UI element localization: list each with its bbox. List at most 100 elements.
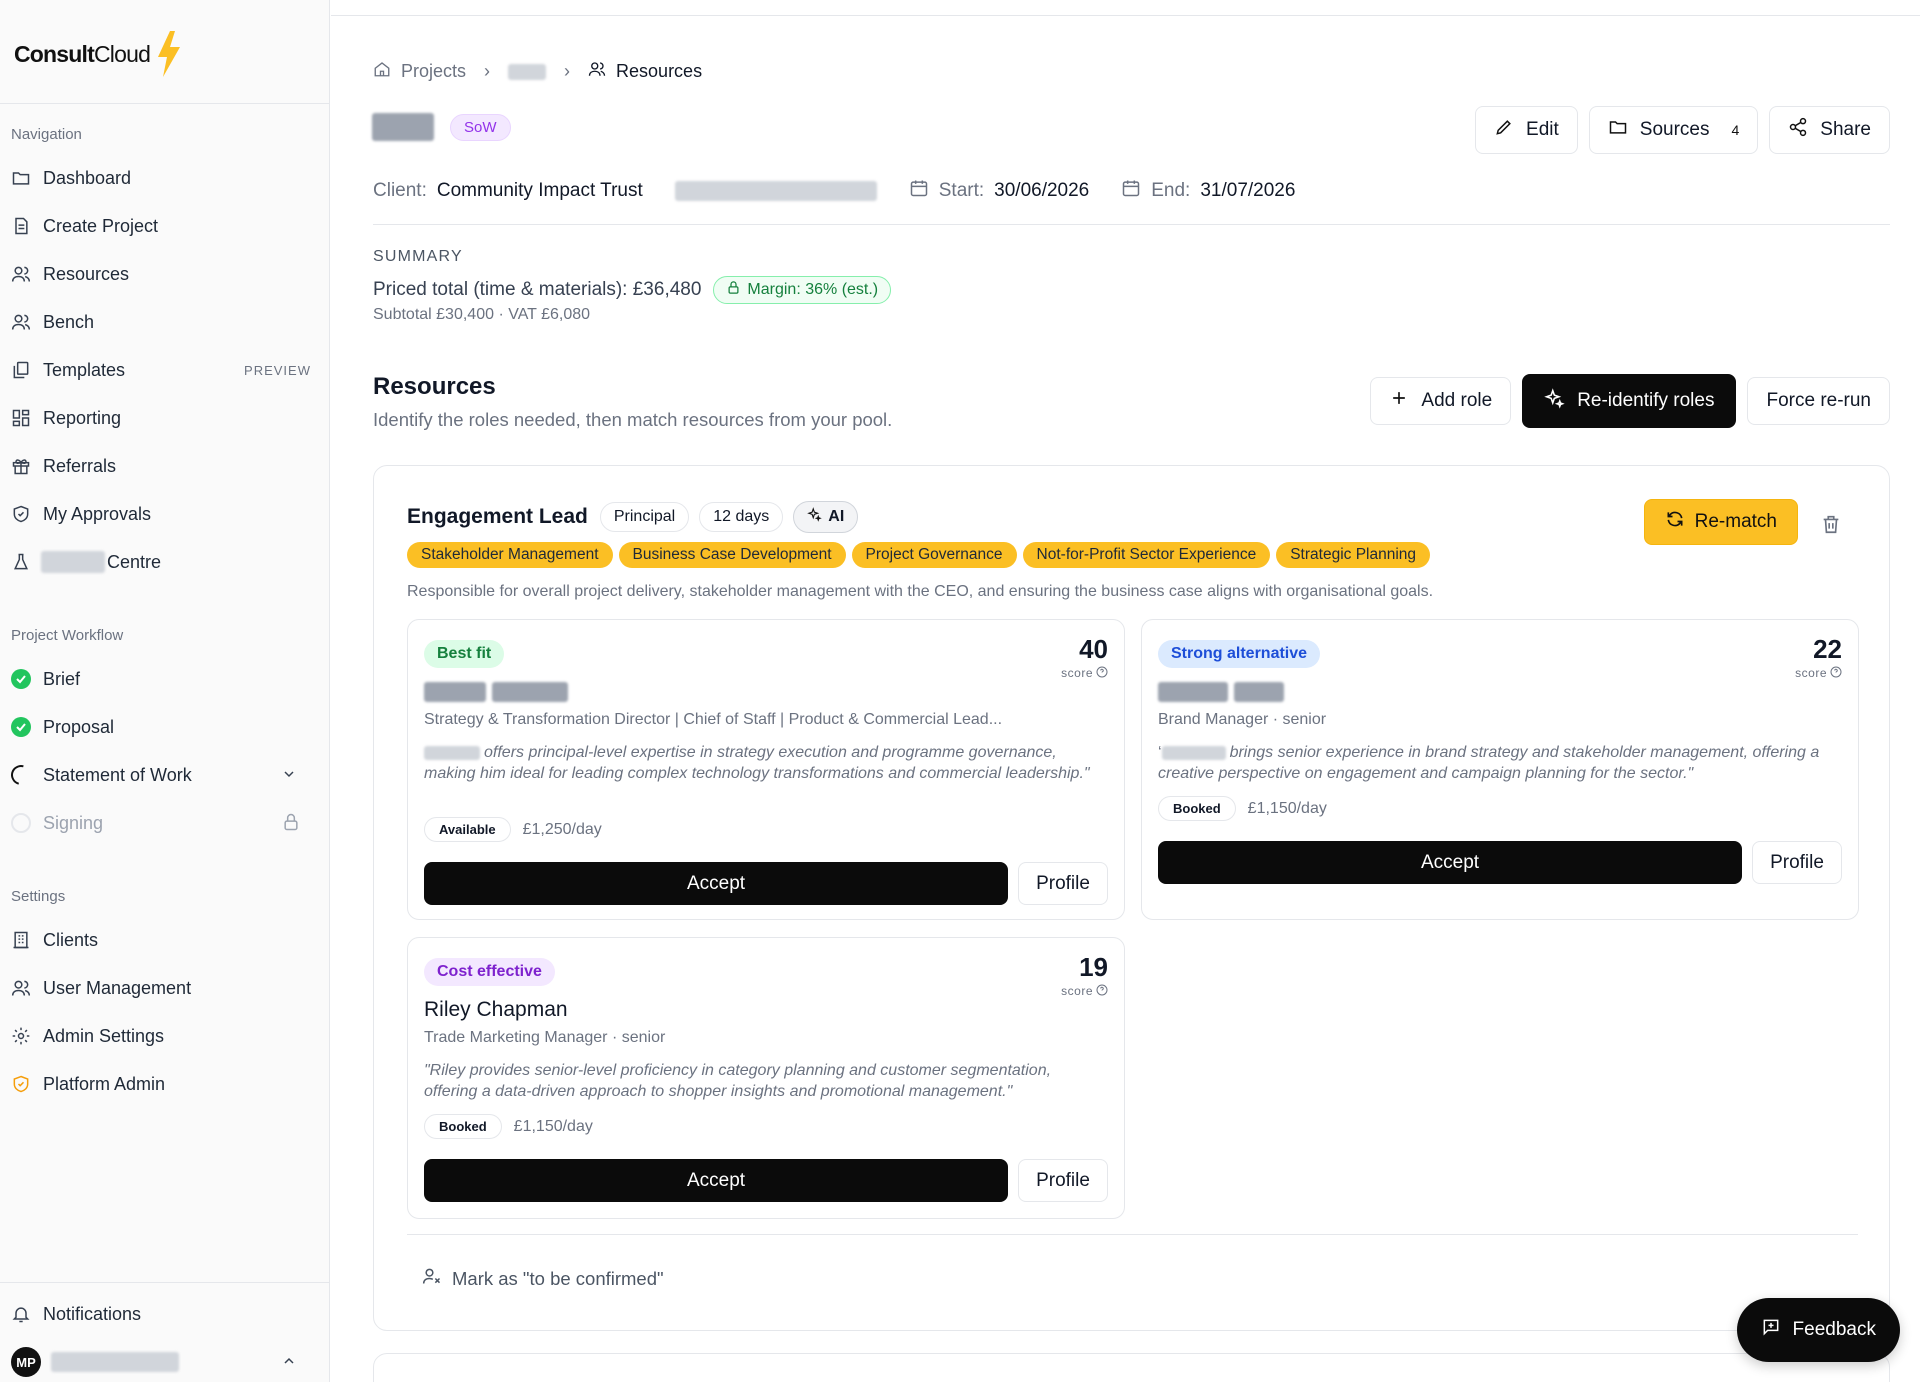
accept-button[interactable]: Accept [424, 1159, 1008, 1202]
start-date: 30/06/2026 [994, 180, 1090, 201]
sidebar-item-my-approvals[interactable]: My Approvals [11, 494, 311, 534]
user-menu[interactable]: MP [11, 1342, 311, 1382]
sidebar-item-platform-admin[interactable]: Platform Admin [11, 1064, 311, 1104]
margin-text: Margin: 36% (est.) [747, 281, 879, 298]
user-x-icon [422, 1266, 442, 1291]
rematch-button[interactable]: Re-match [1643, 499, 1798, 545]
profile-button[interactable]: Profile [1018, 862, 1108, 905]
refresh-icon [1665, 509, 1685, 535]
divider [373, 224, 1890, 225]
score-value: 40 [1079, 634, 1108, 664]
shield-icon [11, 504, 31, 524]
sources-label: Sources [1639, 119, 1710, 140]
summary-subtotal: Subtotal £30,400 · VAT £6,080 [373, 306, 591, 323]
reidentify-roles-button[interactable]: Re-identify roles [1522, 374, 1737, 428]
sidebar-item-label: Admin Settings [43, 1025, 165, 1046]
summary-total-row: Priced total (time & materials): £36,480… [373, 276, 892, 304]
sidebar-item-label: Bench [43, 311, 95, 332]
mark-tbc-button[interactable]: Mark as "to be confirmed" [422, 1266, 664, 1291]
users-icon [11, 978, 31, 998]
sidebar-item-create-project[interactable]: Create Project [11, 206, 311, 246]
chevron-down-icon[interactable] [281, 766, 297, 785]
divider [407, 1234, 1858, 1235]
share-icon [1788, 117, 1808, 143]
candidate-role: Trade Marketing Manager · senior [424, 1029, 666, 1046]
ai-label: AI [828, 508, 845, 525]
end-date: 31/07/2026 [1200, 180, 1296, 201]
redacted-project-link[interactable] [508, 63, 547, 80]
sidebar-item-notifications[interactable]: Notifications [11, 1294, 311, 1334]
availability-badge: Booked [424, 1114, 502, 1139]
score-label: score [1795, 666, 1827, 680]
users-icon [11, 312, 31, 332]
role-header: Engagement Lead Principal 12 days AI [407, 501, 859, 533]
lock-icon [726, 280, 741, 300]
sparkles-icon [1544, 387, 1565, 415]
sidebar-item-reporting[interactable]: Reporting [11, 398, 311, 438]
sidebar-item-admin-settings[interactable]: Admin Settings [11, 1016, 311, 1056]
share-button[interactable]: Share [1769, 106, 1890, 154]
redacted-last-name [492, 682, 568, 702]
pencil-icon [1494, 117, 1514, 143]
help-circle-icon[interactable] [1830, 666, 1842, 681]
match-score: 40 score [1061, 634, 1108, 682]
sidebar-item-label: Create Project [43, 215, 159, 236]
divider [331, 15, 1920, 16]
feedback-button[interactable]: Feedback [1736, 1298, 1900, 1362]
force-rerun-label: Force re-run [1766, 390, 1871, 411]
sidebar-item-label: Notifications [43, 1303, 142, 1324]
sources-button[interactable]: Sources 4 [1588, 106, 1759, 154]
chevron-right-icon: › [564, 61, 571, 81]
force-rerun-button[interactable]: Force re-run [1747, 377, 1890, 425]
gift-icon [11, 456, 31, 476]
sidebar-item-clients[interactable]: Clients [11, 920, 311, 960]
workflow-section-title: Project Workflow [11, 627, 124, 644]
workflow-item-signing: Signing [11, 803, 311, 843]
accept-button[interactable]: Accept [424, 862, 1008, 905]
add-role-button[interactable]: Add role [1370, 377, 1512, 425]
help-circle-icon[interactable] [1096, 984, 1108, 999]
workflow-item-proposal[interactable]: Proposal [11, 707, 311, 747]
skill-tag: Not-for-Profit Sector Experience [1022, 542, 1271, 568]
consultcloud-logo[interactable]: ConsultCloud [14, 28, 182, 80]
settings-section-title: Settings [11, 888, 66, 905]
role-days-chip: 12 days [699, 502, 784, 532]
match-score: 19 score [1061, 952, 1108, 1000]
match-tag: Strong alternative [1158, 640, 1321, 668]
sidebar-item-label: Centre [107, 551, 162, 572]
profile-button[interactable]: Profile [1018, 1159, 1108, 1202]
workflow-item-label: Brief [43, 668, 81, 689]
check-circle-icon [11, 669, 31, 689]
sidebar-item-bench[interactable]: Bench [11, 302, 311, 342]
help-circle-icon[interactable] [1096, 666, 1108, 681]
summary-label: SUMMARY [373, 248, 463, 265]
breadcrumb-projects-link[interactable]: Projects [401, 61, 466, 82]
candidate-role: Strategy & Transformation Director | Chi… [424, 711, 1003, 728]
profile-button[interactable]: Profile [1752, 841, 1842, 884]
workflow-item-brief[interactable]: Brief [11, 659, 311, 699]
redacted-last-name [1234, 682, 1284, 702]
role-description: Responsible for overall project delivery… [407, 583, 1434, 600]
candidate-quote: offers principal-level expertise in stra… [424, 742, 1104, 784]
sidebar-item-templates[interactable]: Templates PREVIEW [11, 350, 311, 390]
plus-icon [1389, 388, 1409, 414]
trash-icon[interactable] [1820, 513, 1842, 535]
sidebar-item-user-management[interactable]: User Management [11, 968, 311, 1008]
divider [0, 103, 329, 104]
chevron-up-icon[interactable] [281, 1353, 297, 1372]
skill-tag: Project Governance [851, 542, 1017, 568]
sidebar-item-resources[interactable]: Resources [11, 254, 311, 294]
sidebar-item-label: My Approvals [43, 503, 152, 524]
availability-badge: Booked [1158, 796, 1236, 821]
candidate-card: Best fit 40 score Strategy & Transformat… [407, 619, 1125, 920]
preview-badge: PREVIEW [244, 362, 311, 378]
candidate-name [1158, 682, 1284, 702]
role-card: Engagement Lead Principal 12 days AI Re-… [373, 465, 1890, 1331]
accept-button[interactable]: Accept [1158, 841, 1742, 884]
edit-button[interactable]: Edit [1475, 106, 1578, 154]
sidebar-item-dashboard[interactable]: Dashboard [11, 158, 311, 198]
avatar: MP [11, 1347, 41, 1377]
workflow-item-statement-of-work[interactable]: Statement of Work [7, 755, 311, 795]
sidebar-item-referrals[interactable]: Referrals [11, 446, 311, 486]
sidebar-item-centre[interactable]: Centre [11, 542, 311, 582]
